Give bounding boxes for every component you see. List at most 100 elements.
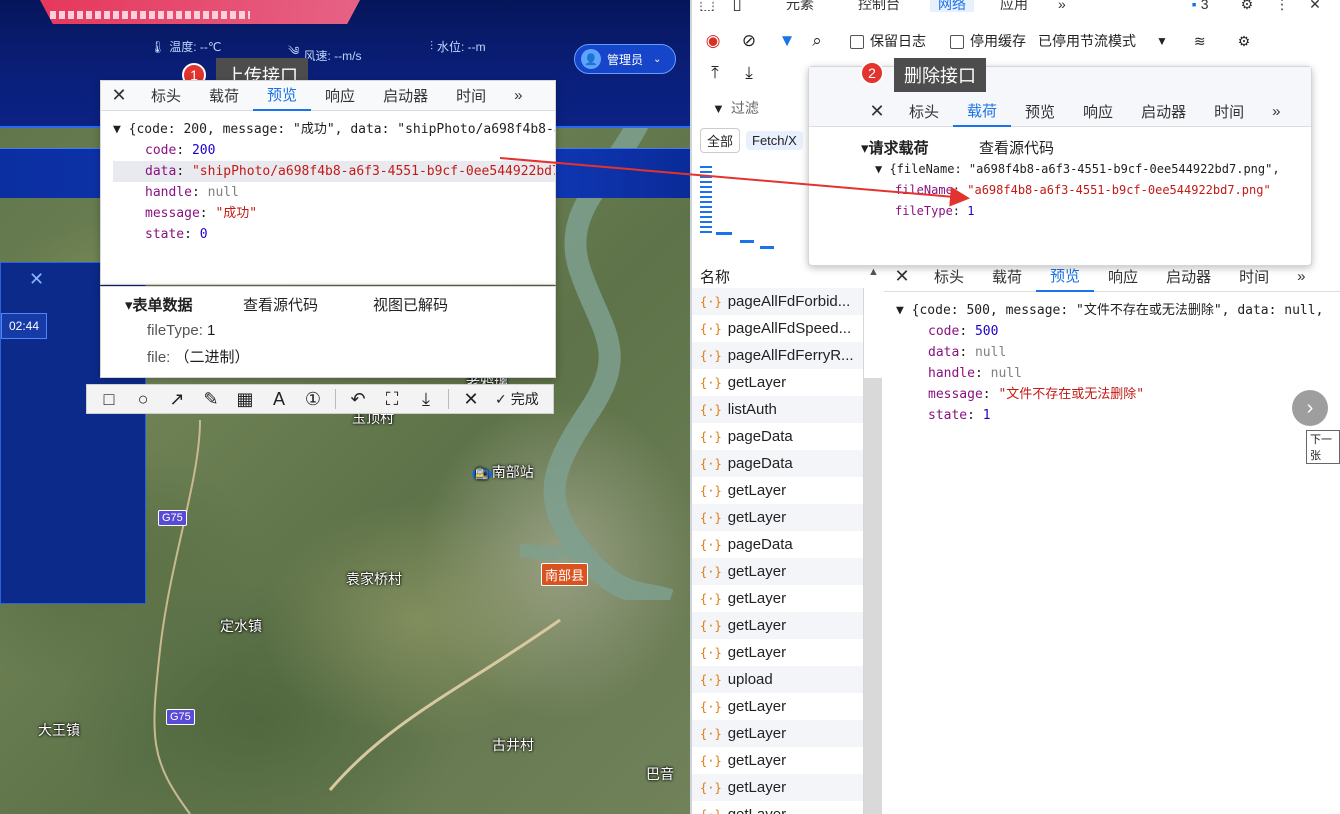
settings-icon[interactable]: ⚙ bbox=[1241, 0, 1254, 12]
tab-response[interactable]: 响应 bbox=[1094, 262, 1152, 292]
request-item[interactable]: {·}getLayer bbox=[692, 369, 863, 396]
devtools-main-tabs: ⬚ ▯ 元素 控制台 网络 应用 » ▪ 3 ⚙ ⋮ ✕ bbox=[692, 0, 1340, 12]
close-icon[interactable]: ✕ bbox=[859, 101, 895, 122]
tab-timing[interactable]: 时间 bbox=[1200, 97, 1258, 127]
json-row: message: "成功" bbox=[145, 206, 258, 221]
request-item[interactable]: {·}getLayer bbox=[692, 639, 863, 666]
tab-console[interactable]: 控制台 bbox=[858, 0, 900, 12]
tab-headers[interactable]: 标头 bbox=[895, 97, 953, 127]
record-stop-icon[interactable]: ◉ bbox=[698, 31, 728, 51]
request-item[interactable]: {·}getLayer bbox=[692, 747, 863, 774]
tab-preview[interactable]: 预览 bbox=[253, 81, 312, 111]
request-item[interactable]: {·}getLayer bbox=[692, 558, 863, 585]
tab-application[interactable]: 应用 bbox=[1000, 0, 1028, 12]
json-summary[interactable]: ▼ {code: 200, message: "成功", data: "ship… bbox=[113, 119, 555, 140]
close-devtools-icon[interactable]: ✕ bbox=[1309, 0, 1321, 12]
tab-elements[interactable]: 元素 bbox=[786, 0, 814, 12]
request-item[interactable]: {·} pageData bbox=[692, 423, 863, 450]
request-item[interactable]: {·}getLayer bbox=[692, 801, 863, 814]
more-tabs-icon[interactable]: » bbox=[1283, 262, 1319, 292]
more-tabs-icon[interactable]: » bbox=[500, 81, 536, 111]
filter-icon[interactable]: ▼ bbox=[772, 31, 802, 51]
export-har-icon[interactable]: ⤓ bbox=[734, 63, 764, 83]
view-decoded-link[interactable]: 视图已解码 bbox=[373, 294, 448, 315]
mosaic-tool-icon[interactable]: ▦ bbox=[229, 386, 261, 412]
device-toolbar-icon[interactable]: ▯ bbox=[722, 0, 752, 12]
filter-all-button[interactable]: 全部 bbox=[700, 127, 741, 153]
request-item[interactable]: {·} pageAllFdForbid... bbox=[692, 288, 863, 315]
text-tool-icon[interactable]: A bbox=[263, 386, 295, 412]
search-icon[interactable]: ⌕ bbox=[802, 31, 832, 51]
request-item[interactable]: {·}getLayer bbox=[692, 585, 863, 612]
payload-title[interactable]: ▾请求载荷 bbox=[861, 137, 979, 158]
cancel-icon[interactable]: ✕ bbox=[455, 386, 487, 412]
done-button[interactable]: ✓ 完成 bbox=[489, 389, 545, 409]
tab-response[interactable]: 响应 bbox=[1069, 97, 1127, 127]
throttle-select[interactable]: 已停用节流模式 bbox=[1038, 31, 1136, 51]
arrow-tool-icon[interactable]: ↗ bbox=[161, 386, 193, 412]
tab-timing[interactable]: 时间 bbox=[1225, 262, 1283, 292]
request-item[interactable]: {·}getLayer bbox=[692, 774, 863, 801]
tab-preview[interactable]: 预览 bbox=[1036, 262, 1095, 292]
close-icon[interactable]: ✕ bbox=[884, 266, 920, 287]
issues-icon[interactable]: ▪ bbox=[1192, 0, 1197, 12]
ocr-icon[interactable]: ⛶ bbox=[376, 386, 408, 412]
clear-icon[interactable]: ⊘ bbox=[734, 31, 764, 51]
inspect-element-icon[interactable]: ⬚ bbox=[692, 0, 722, 12]
scroll-up-icon[interactable]: ▲ bbox=[868, 266, 879, 278]
tab-payload[interactable]: 载荷 bbox=[953, 97, 1012, 127]
close-icon[interactable]: ✕ bbox=[101, 85, 137, 106]
number-marker-tool-icon[interactable]: ① bbox=[297, 386, 329, 412]
network-settings-icon[interactable]: ⚙ bbox=[1238, 33, 1251, 50]
request-item[interactable]: {·}getLayer bbox=[692, 504, 863, 531]
request-item[interactable]: {·} pageData bbox=[692, 531, 863, 558]
tab-initiator[interactable]: 启动器 bbox=[1152, 262, 1225, 292]
admin-user-button[interactable]: 👤 管理员 ⌄ bbox=[574, 44, 676, 74]
name-column-header[interactable]: 名称 bbox=[700, 266, 730, 287]
tab-initiator[interactable]: 启动器 bbox=[369, 81, 442, 111]
json-summary[interactable]: ▼ {fileName: "a698f4b8-a6f3-4551-b9cf-0e… bbox=[875, 159, 1311, 180]
close-icon[interactable]: ✕ bbox=[29, 269, 44, 290]
tab-timing[interactable]: 时间 bbox=[442, 81, 500, 111]
view-source-link[interactable]: 查看源代码 bbox=[243, 294, 373, 315]
more-tabs-icon[interactable]: » bbox=[1258, 97, 1294, 127]
tab-preview[interactable]: 预览 bbox=[1011, 97, 1069, 127]
request-item[interactable]: {·}getLayer bbox=[692, 693, 863, 720]
disable-cache-checkbox[interactable]: 停用缓存 bbox=[950, 31, 1026, 51]
request-item[interactable]: {·} listAuth bbox=[692, 396, 863, 423]
tab-initiator[interactable]: 启动器 bbox=[1127, 97, 1200, 127]
more-tabs-icon[interactable]: » bbox=[1058, 0, 1066, 12]
request-item[interactable]: {·} pageAllFdSpeed... bbox=[692, 315, 863, 342]
tab-headers[interactable]: 标头 bbox=[920, 262, 978, 292]
network-conditions-icon[interactable]: ≋ bbox=[1194, 33, 1206, 50]
request-item[interactable]: {·}getLayer bbox=[692, 720, 863, 747]
filter-fetch-button[interactable]: Fetch/X bbox=[746, 130, 803, 150]
request-item[interactable]: {·} pageAllFdFerryR... bbox=[692, 342, 863, 369]
pen-tool-icon[interactable]: ✎ bbox=[195, 386, 227, 412]
network-toolbar: ◉ ⊘ ▼ ⌕ 保留日志 停用缓存 已停用节流模式 ▼ ≋ ⚙ bbox=[692, 28, 1340, 54]
form-data-title[interactable]: ▾表单数据 bbox=[125, 294, 243, 315]
ellipse-tool-icon[interactable]: ○ bbox=[127, 386, 159, 412]
request-list-scrollbar[interactable] bbox=[864, 378, 882, 814]
rectangle-tool-icon[interactable]: □ bbox=[93, 386, 125, 412]
tab-headers[interactable]: 标头 bbox=[137, 81, 195, 111]
kebab-menu-icon[interactable]: ⋮ bbox=[1275, 0, 1289, 12]
request-item[interactable]: {·} pageData bbox=[692, 450, 863, 477]
filter-input[interactable]: 过滤 bbox=[731, 98, 759, 118]
request-item[interactable]: {·}getLayer bbox=[692, 612, 863, 639]
tab-response[interactable]: 响应 bbox=[311, 81, 369, 111]
request-item[interactable]: {·}getLayer bbox=[692, 477, 863, 504]
download-icon[interactable]: ⤓ bbox=[410, 386, 442, 412]
next-image-button[interactable]: › bbox=[1292, 390, 1328, 426]
chevron-down-icon[interactable]: ▼ bbox=[1156, 34, 1168, 48]
json-summary[interactable]: ▼ {code: 500, message: "文件不存在或无法删除", dat… bbox=[896, 300, 1340, 321]
tab-payload[interactable]: 载荷 bbox=[978, 262, 1036, 292]
undo-icon[interactable]: ↶ bbox=[342, 386, 374, 412]
preserve-log-checkbox[interactable]: 保留日志 bbox=[850, 31, 926, 51]
tab-network[interactable]: 网络 bbox=[930, 0, 974, 12]
tab-payload[interactable]: 载荷 bbox=[195, 81, 253, 111]
json-row: code: 200 bbox=[145, 143, 216, 158]
view-source-link[interactable]: 查看源代码 bbox=[979, 137, 1054, 158]
request-item[interactable]: {·} upload bbox=[692, 666, 863, 693]
import-har-icon[interactable]: ⤒ bbox=[700, 63, 730, 83]
